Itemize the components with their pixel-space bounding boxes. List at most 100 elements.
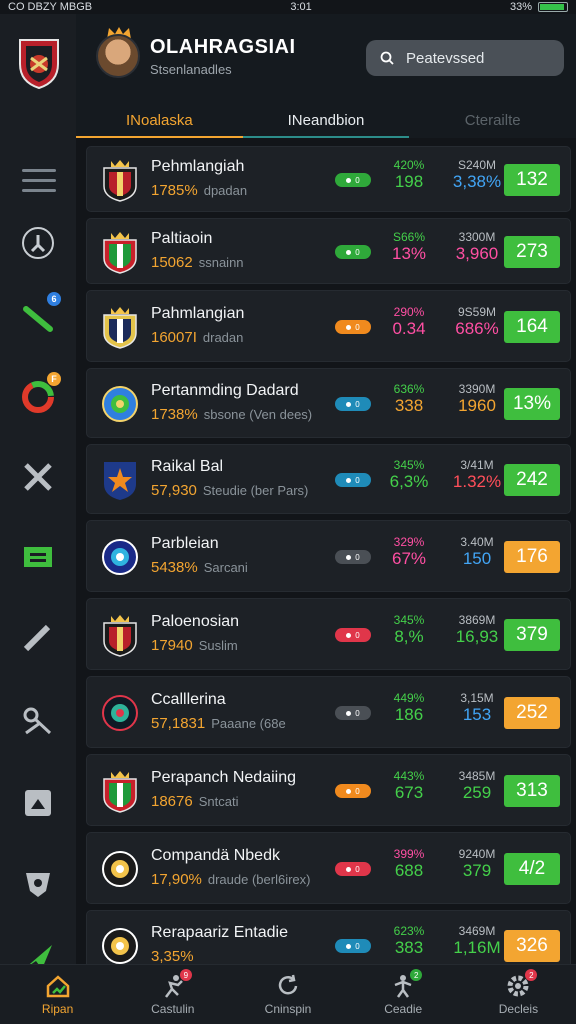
- stat-top: 290%: [393, 305, 425, 319]
- team-tag: dradan: [202, 330, 244, 345]
- score-badge[interactable]: 379: [504, 619, 560, 651]
- team-name: Rerapaariz Entadie: [151, 924, 288, 941]
- sidebar-item-donut[interactable]: F: [17, 372, 61, 418]
- status-pill[interactable]: 0: [335, 862, 371, 876]
- nav-label: Ripan: [41, 1002, 74, 1016]
- stat-column-2: 3,15M 153: [447, 691, 507, 725]
- stat-column-2: S240M 3,38%: [447, 158, 507, 192]
- team-tag: draude (berl6irex): [207, 872, 311, 887]
- stat-column-2: 3390M 1960: [447, 382, 507, 416]
- sidebar-item-wrench[interactable]: [17, 618, 59, 660]
- status-pill[interactable]: 0: [335, 473, 371, 487]
- status-pill[interactable]: 0: [335, 550, 371, 564]
- score-badge[interactable]: 13%: [504, 388, 560, 420]
- search-input[interactable]: [406, 49, 546, 67]
- sidebar-item-tools[interactable]: [17, 456, 59, 498]
- stat-column-1: 399% 688: [387, 847, 431, 881]
- stat-top: 329%: [393, 535, 425, 549]
- nav-item-castulin[interactable]: 9 Castulin: [115, 965, 230, 1024]
- app-logo-icon[interactable]: [16, 34, 62, 90]
- search-bar[interactable]: [366, 40, 564, 76]
- team-subline: 18676 Sntcati: [151, 793, 238, 810]
- score-badge[interactable]: 164: [504, 311, 560, 343]
- stat-bottom: 153: [462, 705, 492, 724]
- status-pill[interactable]: 0: [335, 245, 371, 259]
- team-row[interactable]: Pertanmding Dadard 1738% sbsone (Ven dees…: [86, 368, 571, 438]
- stat-bottom: 3,38%: [452, 172, 502, 191]
- team-row[interactable]: Rerapaariz Entadie 3,35% 0 623% 383 3469…: [86, 910, 571, 964]
- score-badge[interactable]: 326: [504, 930, 560, 962]
- status-pill[interactable]: 0: [335, 628, 371, 642]
- status-pill[interactable]: 0: [335, 939, 371, 953]
- status-pill[interactable]: 0: [335, 706, 371, 720]
- stat-top: 3300M: [458, 230, 496, 244]
- stat-top: 3/41M: [460, 458, 494, 472]
- nav-item-ceadie[interactable]: 2 Ceadie: [346, 965, 461, 1024]
- tab-neandbion[interactable]: INeandbion: [242, 102, 410, 138]
- team-row[interactable]: Pahmlangian 16007I dradan 0 290% 0.34 9S5…: [86, 290, 571, 362]
- team-crest-icon: [101, 535, 139, 579]
- stat-top: 3469M: [458, 924, 496, 938]
- team-row[interactable]: Pehmlangiah 1785% dpadan 0 420% 198 S240M…: [86, 146, 571, 212]
- team-name: Pahmlangian: [151, 305, 245, 322]
- status-bar: CO DBZY MBGB 3:01 33%: [0, 0, 576, 14]
- team-row[interactable]: Raikal Bal 57,930 Steudie (ber Pars) 0 34…: [86, 444, 571, 514]
- team-row[interactable]: Perapanch Nedaiing 18676 Sntcati 0 443% 6…: [86, 754, 571, 826]
- score-badge[interactable]: 252: [504, 697, 560, 729]
- team-row[interactable]: Paloenosian 17940 Suslim 0 345% 8,% 3869M…: [86, 598, 571, 670]
- runner-icon: 9: [160, 969, 192, 999]
- stat-top: 399%: [393, 847, 425, 861]
- score-badge[interactable]: 4/2: [504, 853, 560, 885]
- stat-column-1: 290% 0.34: [387, 305, 431, 339]
- sidebar-item-pencil[interactable]: 6: [17, 292, 61, 338]
- tab-cterailte[interactable]: Cterailte: [409, 102, 576, 138]
- team-tag: Steudie (ber Pars): [202, 483, 309, 498]
- tab-noalaska[interactable]: INoalaska: [76, 102, 243, 138]
- nav-item-decleis[interactable]: 2 Decleis: [461, 965, 576, 1024]
- team-name: Raikal Bal: [151, 458, 224, 475]
- stat-top: 443%: [393, 769, 425, 783]
- team-row[interactable]: Compandä Nbedk 17,90% draude (berl6irex) …: [86, 832, 571, 904]
- team-crest-icon: [101, 458, 139, 502]
- stat-column-2: 3300M 3,960: [447, 230, 507, 264]
- score-badge[interactable]: 132: [504, 164, 560, 196]
- team-name: Ccalllerina: [151, 691, 226, 708]
- status-pill[interactable]: 0: [335, 173, 371, 187]
- sidebar-item-link[interactable]: [17, 700, 59, 742]
- score-badge[interactable]: 273: [504, 236, 560, 268]
- sidebar-item-dashboard[interactable]: [17, 222, 59, 264]
- team-name: Paloenosian: [151, 613, 240, 630]
- status-pill[interactable]: 0: [335, 784, 371, 798]
- team-subline: 57,1831 Paaane (68e: [151, 715, 286, 732]
- status-pill[interactable]: 0: [335, 397, 371, 411]
- stat-bottom: 186: [394, 705, 424, 724]
- team-crest-icon: [101, 230, 139, 274]
- nav-badge: 9: [179, 969, 192, 981]
- team-row[interactable]: Paltiaoin 15062 ssnainn 0 S66% 13% 3300M …: [86, 218, 571, 284]
- avatar[interactable]: [96, 34, 140, 78]
- score-badge[interactable]: 313: [504, 775, 560, 807]
- stat-bottom: 6,3%: [389, 472, 429, 491]
- team-row[interactable]: Ccalllerina 57,1831 Paaane (68e 0 449% 18…: [86, 676, 571, 748]
- team-subline: 17940 Suslim: [151, 637, 238, 654]
- box-icon: [25, 790, 51, 816]
- score-badge[interactable]: 176: [504, 541, 560, 573]
- nav-item-ripan[interactable]: Ripan: [0, 965, 115, 1024]
- stat-column-1: S66% 13%: [387, 230, 431, 264]
- stat-bottom: 686%: [455, 319, 499, 338]
- stat-bottom: 383: [394, 938, 424, 957]
- nav-badge: 2: [525, 969, 538, 981]
- team-name: Pertanmding Dadard: [151, 382, 299, 399]
- sidebar-item-shield[interactable]: [17, 862, 59, 904]
- score-badge[interactable]: 242: [504, 464, 560, 496]
- team-row[interactable]: Parbleian 5438% Sarcani 0 329% 67% 3.40M …: [86, 520, 571, 592]
- team-name: Compandä Nbedk: [151, 847, 280, 864]
- sidebar-item-box[interactable]: [17, 782, 59, 824]
- team-value: 1785%: [151, 182, 198, 199]
- nav-item-cninspin[interactable]: Cninspin: [230, 965, 345, 1024]
- stat-column-2: 3485M 259: [447, 769, 507, 803]
- nav-badge: 2: [410, 969, 423, 981]
- menu-icon[interactable]: [22, 169, 56, 193]
- sidebar-item-table[interactable]: [17, 536, 59, 578]
- status-pill[interactable]: 0: [335, 320, 371, 334]
